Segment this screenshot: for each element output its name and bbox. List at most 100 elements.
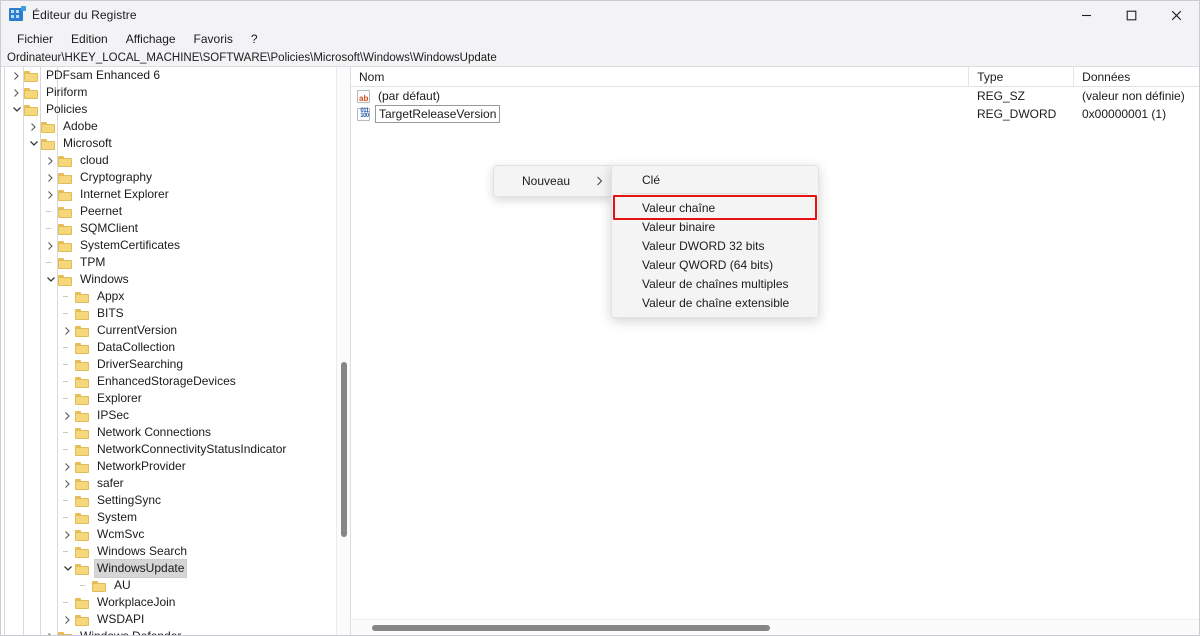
list-horizontal-scrollbar[interactable] — [351, 619, 1199, 635]
tree-node[interactable]: Cryptography — [1, 169, 341, 186]
tree-node[interactable]: NetworkConnectivityStatusIndicator — [1, 441, 341, 458]
tree-vertical-scrollbar[interactable] — [336, 67, 350, 635]
column-header-name[interactable]: Nom — [351, 67, 968, 87]
value-type-cell: REG_SZ — [977, 89, 1026, 103]
menu-favoris[interactable]: Favoris — [185, 31, 242, 48]
chevron-right-icon[interactable] — [60, 526, 75, 543]
tree-node[interactable]: Explorer — [1, 390, 341, 407]
chevron-right-icon[interactable] — [26, 118, 41, 135]
tree-scrollbar-thumb[interactable] — [341, 362, 347, 537]
context-menu-item-nouveau[interactable]: Nouveau — [494, 169, 612, 193]
chevron-down-icon[interactable] — [9, 101, 24, 118]
tree-leaf-marker — [60, 424, 75, 441]
tree-node[interactable]: Network Connections — [1, 424, 341, 441]
tree-node[interactable]: WcmSvc — [1, 526, 341, 543]
folder-icon — [75, 461, 90, 473]
chevron-right-icon[interactable] — [43, 169, 58, 186]
tree-node[interactable]: PDFsam Enhanced 6 — [1, 67, 341, 84]
address-bar[interactable]: Ordinateur\HKEY_LOCAL_MACHINE\SOFTWARE\P… — [1, 50, 1199, 67]
tree-node[interactable]: Internet Explorer — [1, 186, 341, 203]
submenu-item[interactable]: Valeur DWORD 32 bits — [612, 236, 818, 255]
tree-node[interactable]: SystemCertificates — [1, 237, 341, 254]
tree-node-label: Windows Search — [97, 544, 188, 558]
tree-node-label: TPM — [80, 255, 106, 269]
folder-icon — [75, 563, 90, 575]
chevron-right-icon[interactable] — [60, 458, 75, 475]
tree-node-label: SQMClient — [80, 221, 139, 235]
close-button[interactable] — [1154, 1, 1199, 29]
chevron-right-icon[interactable] — [60, 407, 75, 424]
column-header-type[interactable]: Type — [968, 67, 1073, 87]
tree-node[interactable]: IPSec — [1, 407, 341, 424]
chevron-right-icon[interactable] — [9, 67, 24, 84]
tree-node[interactable]: WindowsUpdate — [1, 559, 341, 578]
value-row[interactable]: TargetReleaseVersion REG_DWORD 0x00000001 … — [351, 105, 1199, 123]
tree-leaf-marker — [60, 509, 75, 526]
chevron-right-icon[interactable] — [43, 628, 58, 635]
tree-node[interactable]: safer — [1, 475, 341, 492]
chevron-right-icon[interactable] — [43, 152, 58, 169]
submenu-item[interactable]: Valeur QWORD (64 bits) — [612, 255, 818, 274]
tree-node[interactable]: Adobe — [1, 118, 341, 135]
tree-node-label: Piriform — [46, 85, 88, 99]
submenu-item[interactable]: Valeur de chaînes multiples — [612, 274, 818, 293]
value-name: (par défaut) — [378, 89, 441, 103]
tree-node[interactable]: Windows Search — [1, 543, 341, 560]
menu-edition[interactable]: Edition — [62, 31, 117, 48]
submenu-item[interactable]: Valeur de chaîne extensible — [612, 293, 818, 312]
tree-node[interactable]: WorkplaceJoin — [1, 594, 341, 611]
tree-node[interactable]: Microsoft — [1, 135, 341, 152]
folder-icon — [58, 172, 73, 184]
chevron-down-icon[interactable] — [60, 560, 75, 577]
tree-node[interactable]: SQMClient — [1, 220, 341, 237]
tree-node[interactable]: DriverSearching — [1, 356, 341, 373]
tree-node[interactable]: EnhancedStorageDevices — [1, 373, 341, 390]
submenu-item[interactable]: Valeur binaire — [612, 217, 818, 236]
tree-node-label: PDFsam Enhanced 6 — [46, 68, 161, 82]
tree-node-label: Windows — [80, 272, 129, 286]
value-name: TargetReleaseVersion — [375, 105, 501, 123]
menu-fichier[interactable]: Fichier — [8, 31, 62, 48]
value-row[interactable]: (par défaut) REG_SZ (valeur non définie) — [351, 87, 1199, 108]
chevron-right-icon[interactable] — [43, 186, 58, 203]
tree-node[interactable]: NetworkProvider — [1, 458, 341, 475]
tree-node[interactable]: BITS — [1, 305, 341, 322]
chevron-down-icon[interactable] — [26, 135, 41, 152]
tree-node[interactable]: Piriform — [1, 84, 341, 101]
tree-node[interactable]: Peernet — [1, 203, 341, 220]
chevron-right-icon[interactable] — [9, 84, 24, 101]
chevron-right-icon[interactable] — [60, 322, 75, 339]
menu-affichage[interactable]: Affichage — [117, 31, 185, 48]
tree-node[interactable]: AU — [1, 577, 341, 594]
chevron-right-icon[interactable] — [60, 475, 75, 492]
tree-node[interactable]: Windows Defender — [1, 628, 341, 635]
submenu-item[interactable]: Clé — [612, 170, 818, 189]
folder-icon — [75, 614, 90, 626]
column-header-data[interactable]: Données — [1073, 67, 1199, 87]
tree-node-label: SettingSync — [97, 493, 162, 507]
tree-node[interactable]: Windows — [1, 271, 341, 288]
minimize-button[interactable] — [1064, 1, 1109, 29]
chevron-right-icon[interactable] — [60, 611, 75, 628]
tree-leaf-marker — [60, 390, 75, 407]
tree-node[interactable]: Policies — [1, 101, 341, 118]
chevron-down-icon[interactable] — [43, 271, 58, 288]
folder-icon — [75, 529, 90, 541]
submenu-item[interactable]: Valeur chaîne — [612, 195, 818, 220]
tree-node[interactable]: Appx — [1, 288, 341, 305]
tree-leaf-marker — [60, 339, 75, 356]
list-scrollbar-thumb[interactable] — [372, 625, 770, 631]
maximize-button[interactable] — [1109, 1, 1154, 29]
tree-node[interactable]: TPM — [1, 254, 341, 271]
menu-help[interactable]: ? — [242, 31, 267, 48]
folder-icon — [75, 444, 90, 456]
tree-node[interactable]: cloud — [1, 152, 341, 169]
tree-node[interactable]: DataCollection — [1, 339, 341, 356]
tree-node[interactable]: WSDAPI — [1, 611, 341, 628]
tree-node-label: Microsoft — [63, 136, 112, 150]
tree-node[interactable]: SettingSync — [1, 492, 341, 509]
chevron-right-icon[interactable] — [43, 237, 58, 254]
tree-node[interactable]: CurrentVersion — [1, 322, 341, 339]
folder-icon — [58, 223, 73, 235]
tree-node[interactable]: System — [1, 509, 341, 526]
